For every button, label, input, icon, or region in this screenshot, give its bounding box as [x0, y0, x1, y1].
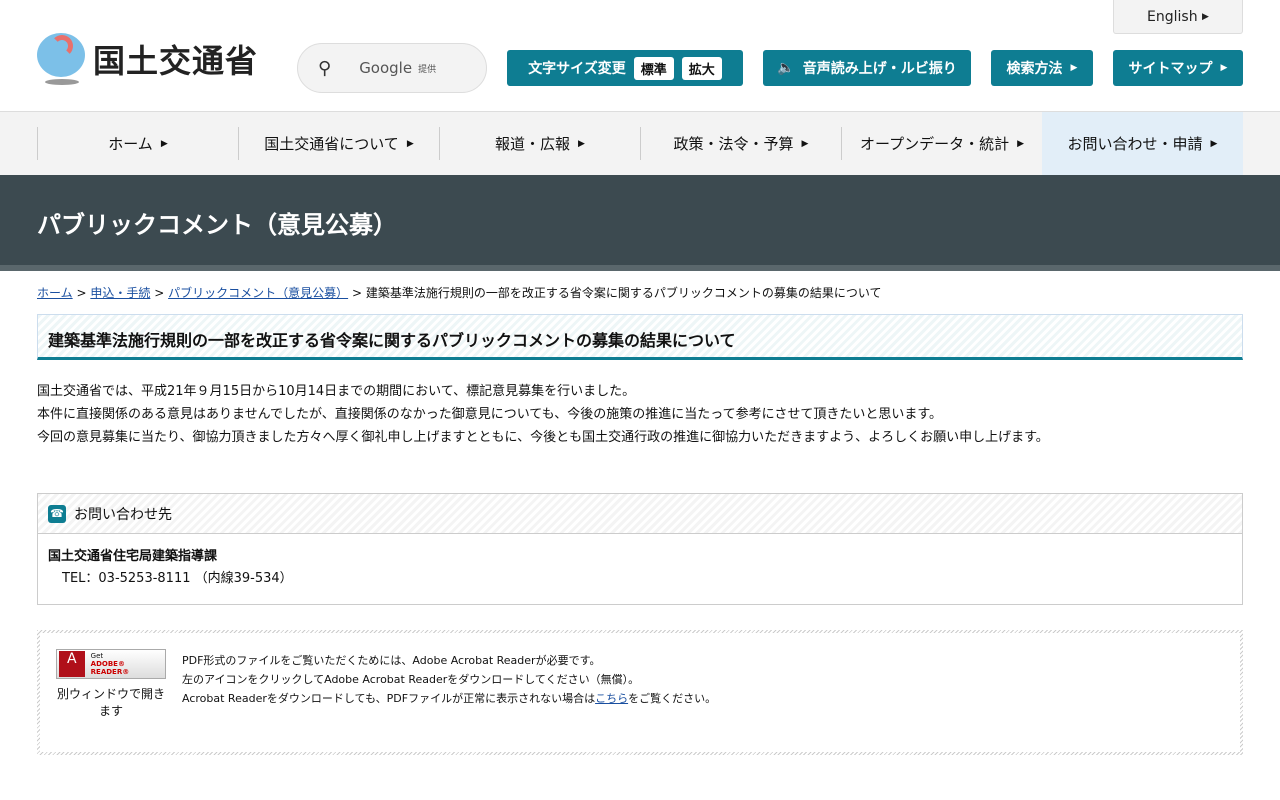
english-label: English: [1147, 8, 1198, 25]
triangle-right-icon: ▶: [1017, 138, 1025, 149]
new-window-note: 別ウィンドウで開きます: [56, 687, 165, 718]
paragraph: 本件に直接関係のある意見はありませんでしたが、直接関係のなかった御意見についても…: [37, 407, 943, 422]
speech-label: 音声読み上げ・ルビ振り: [802, 61, 957, 77]
breadcrumb-procedures[interactable]: 申込・手続: [90, 286, 150, 300]
triangle-right-icon: ▶: [1210, 138, 1218, 149]
font-size-label: 文字サイズ変更: [528, 61, 626, 77]
section-banner: パブリックコメント（意見公募）: [0, 175, 1280, 271]
phone-icon: ☎: [48, 504, 66, 523]
triangle-right-icon: ▶: [801, 138, 809, 149]
sitemap-button[interactable]: サイトマップ ▶: [1113, 50, 1243, 86]
nav-contact[interactable]: お問い合わせ・申請 ▶: [1042, 112, 1243, 175]
breadcrumb-public-comment[interactable]: パブリックコメント（意見公募）: [168, 286, 348, 300]
font-standard-button[interactable]: 標準: [633, 56, 674, 80]
nav-label: ホーム: [108, 135, 153, 153]
nav-home[interactable]: ホーム ▶: [37, 127, 238, 160]
global-nav: ホーム ▶ 国土交通省について ▶ 報道・広報 ▶ 政策・法令・予算 ▶ オープンデータ…: [0, 111, 1280, 175]
triangle-right-icon: ▶: [1070, 63, 1078, 73]
triangle-right-icon: ▶: [160, 138, 168, 149]
page-title: 建築基準法施行規則の一部を改正する省令案に関するパブリックコメントの募集の結果に…: [37, 314, 1243, 360]
search-brand: Google: [359, 59, 413, 77]
contact-heading-label: お問い合わせ先: [74, 506, 172, 523]
pdf-line: 左のアイコンをクリックしてAdobe Acrobat Readerをダウンロード…: [182, 673, 640, 686]
search-method-button[interactable]: 検索方法 ▶: [991, 50, 1093, 86]
nav-label: 国土交通省について: [264, 135, 399, 153]
pdf-help-link[interactable]: こちら: [595, 692, 628, 705]
breadcrumb: ホーム > 申込・手続 > パブリックコメント（意見公募） > 建築基準法施行規…: [37, 284, 1243, 301]
nav-policy[interactable]: 政策・法令・予算 ▶: [640, 127, 841, 160]
contact-tel: TEL：03-5253-8111 （内線39-534）: [62, 571, 293, 586]
paragraph: 今回の意見募集に当たり、御協力頂きました方々へ厚く御礼申し上げますとともに、今後…: [37, 430, 1049, 445]
header: 国土交通省 ⚲ Google 提供 English ▶ 文字サイズ変更 標準 拡…: [0, 0, 1280, 111]
nav-label: オープンデータ・統計: [859, 135, 1010, 153]
pdf-notice: A Get ADOBE® READER® 別ウィンドウで開きます PDF形式のファ…: [37, 630, 1243, 755]
font-size-control: 文字サイズ変更 標準 拡大: [507, 50, 743, 86]
speaker-icon: 🔈: [777, 60, 795, 76]
pdf-line: PDF形式のファイルをご覧いただくためには、Adobe Acrobat Read…: [182, 654, 601, 667]
pdf-line-text: Acrobat Readerをダウンロードしても、PDFファイルが正常に表示され…: [182, 692, 596, 705]
search-icon[interactable]: ⚲: [318, 58, 331, 79]
nav-open-data[interactable]: オープンデータ・統計 ▶: [841, 127, 1042, 160]
english-link[interactable]: English ▶: [1113, 0, 1243, 34]
body-text: 国土交通省では、平成21年９月15日から10月14日までの期間において、標記意見…: [37, 380, 1243, 449]
font-large-button[interactable]: 拡大: [681, 56, 722, 80]
search-method-label: 検索方法: [1006, 61, 1063, 77]
logo[interactable]: 国土交通省: [37, 33, 258, 85]
search-brand-suffix: 提供: [418, 64, 437, 75]
triangle-right-icon: ▶: [1220, 63, 1228, 73]
pdf-line: Acrobat Readerをダウンロードしても、PDFファイルが正常に表示され…: [182, 689, 716, 708]
search-input[interactable]: ⚲ Google 提供: [297, 43, 487, 93]
paragraph: 国土交通省では、平成21年９月15日から10月14日までの期間において、標記意見…: [37, 384, 636, 399]
nav-label: 政策・法令・予算: [673, 135, 794, 153]
get-adobe-reader-button[interactable]: A Get ADOBE® READER®: [56, 649, 166, 679]
triangle-right-icon: ▶: [1202, 11, 1209, 22]
speech-button[interactable]: 🔈 音声読み上げ・ルビ振り: [763, 50, 971, 86]
pdf-line-text: をご覧ください。: [628, 692, 717, 705]
breadcrumb-sep: >: [154, 286, 165, 300]
contact-box: ☎ お問い合わせ先 国土交通省住宅局建築指導課 TEL：03-5253-8111 …: [37, 493, 1243, 605]
breadcrumb-current: 建築基準法施行規則の一部を改正する省令案に関するパブリックコメントの募集の結果に…: [365, 286, 882, 300]
triangle-right-icon: ▶: [578, 138, 585, 149]
adobe-icon: A: [59, 651, 85, 677]
sitemap-label: サイトマップ: [1128, 61, 1213, 77]
badge-get: Get: [90, 652, 104, 660]
triangle-right-icon: ▶: [406, 138, 414, 149]
contact-heading: ☎ お問い合わせ先: [38, 494, 1242, 534]
nav-press[interactable]: 報道・広報 ▶: [439, 127, 640, 160]
nav-label: 報道・広報: [495, 135, 571, 153]
logo-text: 国土交通省: [93, 42, 259, 80]
breadcrumb-sep: >: [76, 286, 87, 300]
nav-label: お問い合わせ・申請: [1067, 135, 1203, 153]
breadcrumb-sep: >: [351, 286, 362, 300]
breadcrumb-home[interactable]: ホーム: [37, 286, 73, 300]
contact-org: 国土交通省住宅局建築指導課: [48, 549, 218, 564]
badge-reader: ADOBE® READER®: [90, 660, 130, 676]
nav-about[interactable]: 国土交通省について ▶: [238, 127, 439, 160]
logo-mark-icon: [37, 33, 85, 85]
